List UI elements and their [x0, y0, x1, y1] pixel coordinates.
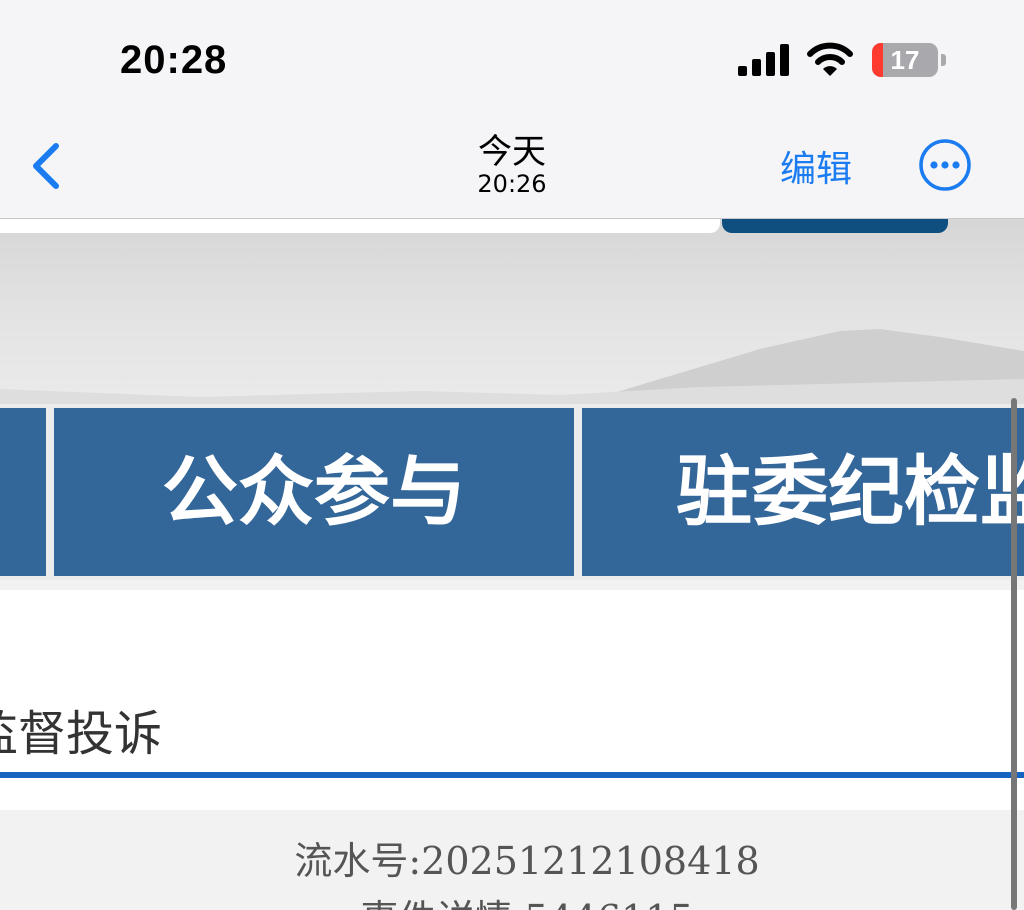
- serial-number: 流水号:20251212108418: [294, 839, 760, 883]
- ellipsis-circle-icon[interactable]: [918, 138, 972, 192]
- nav-subtitle-time: 20:26: [477, 170, 547, 198]
- battery-percentage: 17: [890, 45, 920, 75]
- battery-icon: 17: [872, 43, 938, 77]
- wifi-icon: [807, 42, 853, 76]
- section-underline: [0, 772, 1024, 778]
- divider-band: [0, 580, 1024, 590]
- screen: 20:28 17 今天 20:26 编辑 公众参与 驻委纪检监 督投诉 流水号:…: [0, 0, 1024, 910]
- info-panel: 流水号:20251212108418 事件详情 5446115: [0, 810, 1024, 910]
- chevron-left-icon[interactable]: [22, 136, 72, 194]
- scroll-indicator[interactable]: [1011, 398, 1017, 910]
- status-bar: 20:28 17: [0, 0, 1024, 110]
- web-content[interactable]: 公众参与 驻委纪检监 监督投诉 流水号:20251212108418 事件详情 …: [0, 219, 1024, 910]
- banner-top-strip: [0, 219, 720, 233]
- section-title: 监督投诉: [0, 706, 163, 762]
- banner-active-tab[interactable]: [722, 219, 948, 233]
- status-time: 20:28: [120, 38, 228, 82]
- tile-partial-left[interactable]: [0, 408, 46, 576]
- edit-button[interactable]: 编辑: [780, 140, 852, 192]
- battery-cap: [941, 54, 946, 66]
- detail-line: 事件详情 5446115: [0, 888, 1024, 910]
- cellular-signal-icon: [738, 44, 789, 76]
- category-tiles: 公众参与 驻委纪检监: [0, 404, 1024, 580]
- tile-discipline-inspection[interactable]: 驻委纪检监: [582, 408, 1024, 576]
- mountain-background: [0, 329, 1024, 409]
- header-banner: [0, 219, 1024, 409]
- nav-title: 今天: [478, 132, 546, 172]
- navigation-bar: 今天 20:26 编辑: [0, 110, 1024, 219]
- tile-public-participation[interactable]: 公众参与: [54, 408, 574, 576]
